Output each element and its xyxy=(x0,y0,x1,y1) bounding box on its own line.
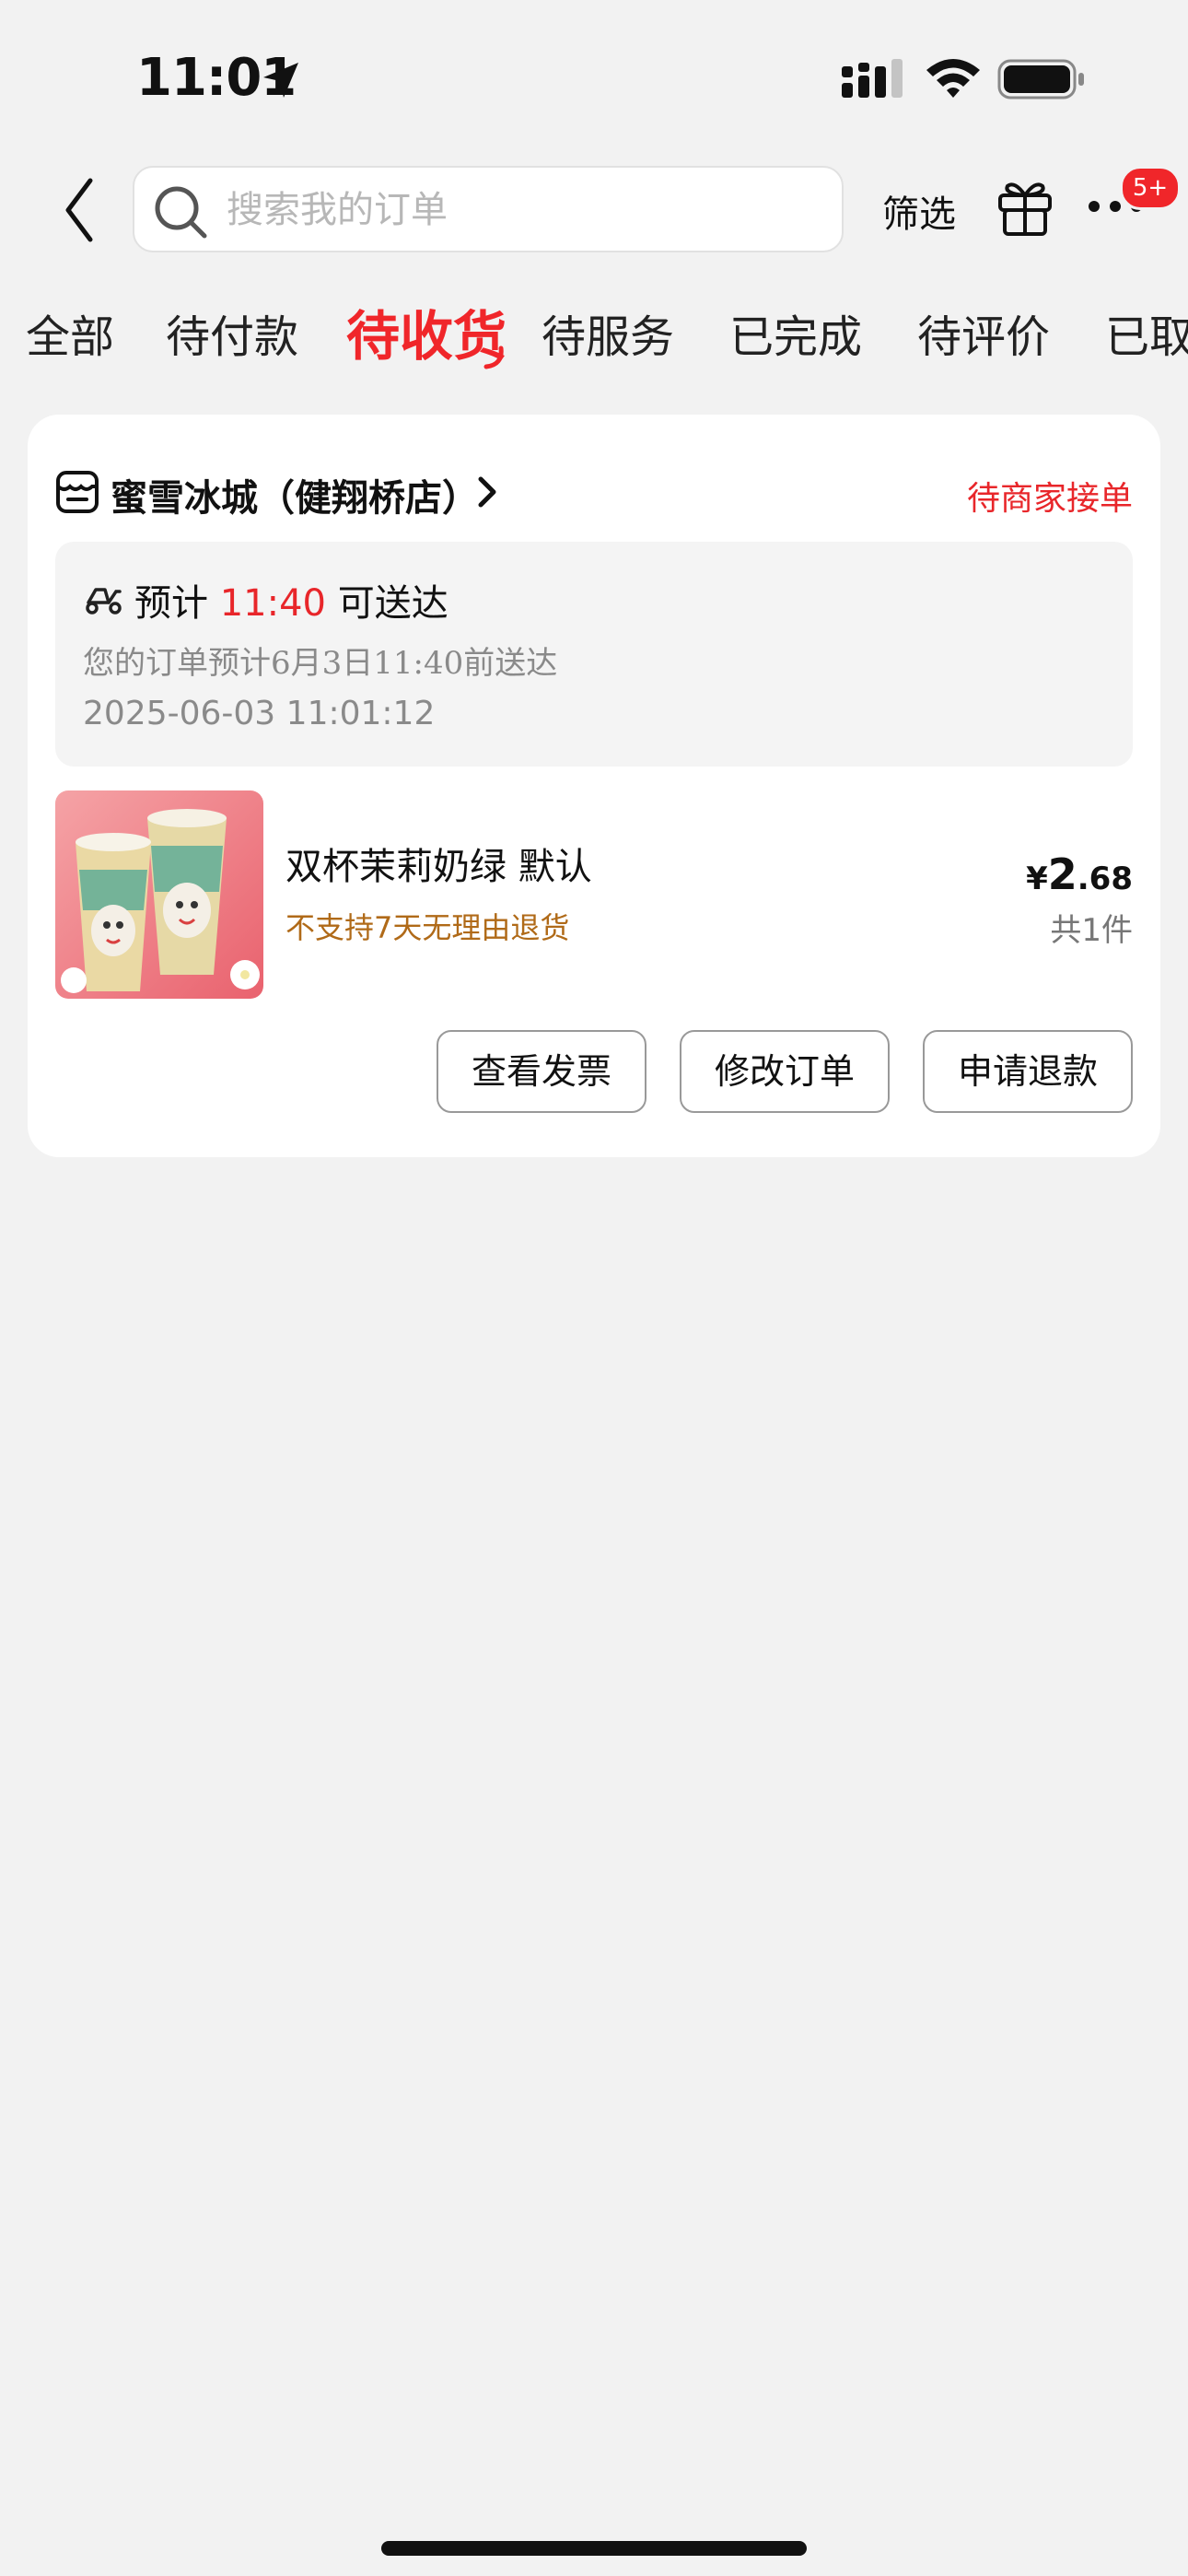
filter-button[interactable]: 筛选 xyxy=(882,184,956,238)
view-invoice-button[interactable]: 查看发票 xyxy=(437,1030,646,1113)
modify-order-button[interactable]: 修改订单 xyxy=(680,1030,890,1113)
order-card[interactable]: 蜜雪冰城（健翔桥店） 待商家接单 预计 11:40 可送达 您的订单预计6月3日… xyxy=(28,415,1160,1157)
home-indicator[interactable] xyxy=(381,2541,807,2556)
tab-pending-payment[interactable]: 待付款 xyxy=(166,300,298,365)
eta-line: 预计 11:40 可送达 xyxy=(134,573,448,626)
location-arrow-icon xyxy=(263,63,298,98)
price-integer: 2 xyxy=(1047,849,1077,899)
eta-suffix: 可送达 xyxy=(337,582,448,625)
eta-time: 11:40 xyxy=(219,582,326,625)
tab-completed[interactable]: 已完成 xyxy=(729,300,862,365)
price: ¥2.68 xyxy=(1026,849,1133,899)
active-tab-indicator xyxy=(483,345,504,369)
tab-pending-service[interactable]: 待服务 xyxy=(542,300,674,365)
eta-description: 您的订单预计6月3日11:40前送达 xyxy=(83,645,558,682)
eta-prefix: 预计 xyxy=(134,582,208,625)
notification-badge: 5+ xyxy=(1120,166,1181,210)
shop-icon xyxy=(56,471,99,513)
tab-all[interactable]: 全部 xyxy=(26,300,114,365)
product-image[interactable] xyxy=(55,790,263,999)
order-status: 待商家接单 xyxy=(966,480,1133,518)
quantity: 共1件 xyxy=(1050,912,1133,949)
chevron-right-icon[interactable] xyxy=(475,474,499,510)
order-timestamp: 2025-06-03 11:01:12 xyxy=(83,695,436,732)
signal-icon xyxy=(842,59,903,98)
gift-icon[interactable] xyxy=(996,177,1054,238)
request-refund-button[interactable]: 申请退款 xyxy=(923,1030,1133,1113)
order-list-page: 11:01 筛选 5 xyxy=(0,0,1188,2576)
search-icon xyxy=(155,186,207,239)
delivery-info: 预计 11:40 可送达 您的订单预计6月3日11:40前送达 2025-06-… xyxy=(55,542,1133,767)
scooter-icon xyxy=(86,588,122,615)
product-name[interactable]: 双杯茉莉奶绿 默认 xyxy=(285,837,592,890)
wifi-icon xyxy=(926,59,980,98)
search-input[interactable] xyxy=(225,181,818,240)
price-symbol: ¥ xyxy=(1026,861,1048,897)
tab-cancelled[interactable]: 已取消 xyxy=(1105,300,1188,365)
battery-icon xyxy=(997,59,1084,100)
back-button[interactable] xyxy=(55,173,101,247)
search-box[interactable] xyxy=(133,166,844,252)
price-decimal: .68 xyxy=(1077,861,1133,897)
tab-pending-review[interactable]: 待评价 xyxy=(917,300,1050,365)
order-tabs: 全部 待付款 待收货 待服务 已完成 待评价 已取消 xyxy=(0,287,1188,380)
return-policy-note: 不支持7天无理由退货 xyxy=(285,910,570,945)
shop-name[interactable]: 蜜雪冰城（健翔桥店） xyxy=(111,468,479,521)
